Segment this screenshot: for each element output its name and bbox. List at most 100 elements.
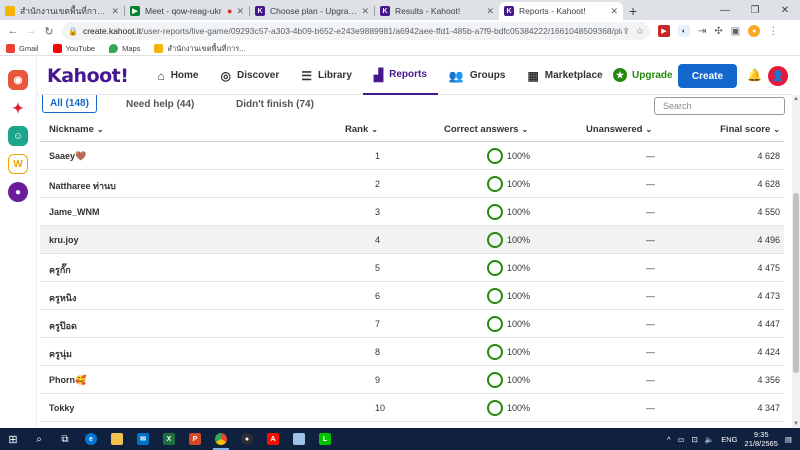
table-row[interactable]: kru.joy 4 100% — 4 496 bbox=[40, 226, 784, 254]
bookmark-star-icon[interactable]: ☆ bbox=[636, 26, 644, 37]
kahoot-header: Kahoot! ⌂ Home ◎ Discover ☰ Library ▟ Report… bbox=[37, 57, 792, 95]
windows-start-icon[interactable]: ⊞ bbox=[0, 428, 26, 450]
acrobat-icon[interactable]: A bbox=[260, 428, 286, 450]
bookmark-maps[interactable]: Maps bbox=[109, 44, 140, 53]
notifications-icon[interactable]: ▤ bbox=[785, 435, 792, 444]
browser-tab[interactable]: K Choose plan - Upgrade - Kah ✕ bbox=[250, 2, 374, 20]
app-icon-purple[interactable]: ● bbox=[8, 182, 28, 202]
excel-icon[interactable]: X bbox=[156, 428, 182, 450]
sort-unanswered[interactable]: Unanswered ⌄ bbox=[586, 124, 652, 135]
nav-discover[interactable]: ◎ Discover bbox=[209, 57, 290, 95]
edge-icon[interactable]: e bbox=[78, 428, 104, 450]
clock[interactable]: 9:35 21/8/2565 bbox=[745, 430, 778, 448]
back-icon[interactable]: ← bbox=[4, 25, 22, 37]
nav-home[interactable]: ⌂ Home bbox=[146, 57, 209, 95]
table-row[interactable]: Jame_WNM 3 100% — 4 550 bbox=[40, 198, 784, 226]
monitor-icon[interactable] bbox=[286, 428, 312, 450]
app-icon-w[interactable]: W bbox=[8, 154, 28, 174]
rank-cell: 1 bbox=[375, 151, 381, 161]
table-row[interactable]: ครูหนิง 6 100% — 4 473 bbox=[40, 282, 784, 310]
chrome-icon[interactable] bbox=[208, 428, 234, 450]
create-button[interactable]: Create bbox=[678, 64, 737, 88]
menu-dots-icon[interactable]: ⋮ bbox=[768, 26, 778, 37]
search-input[interactable]: Search bbox=[654, 97, 785, 115]
rank-cell: 8 bbox=[375, 347, 381, 357]
filter-all[interactable]: All (148) bbox=[42, 95, 97, 113]
sidebar-icon[interactable]: ▣ bbox=[731, 26, 740, 37]
progress-ring-icon bbox=[487, 316, 503, 332]
sort-rank[interactable]: Rank ⌄ bbox=[345, 124, 378, 135]
nav-marketplace[interactable]: ▦ Marketplace bbox=[516, 57, 613, 95]
app-icon-star[interactable]: ✦ bbox=[8, 98, 28, 118]
network-icon[interactable]: ⊡ bbox=[692, 435, 698, 444]
line-icon[interactable]: L bbox=[312, 428, 338, 450]
file-explorer-icon[interactable] bbox=[104, 428, 130, 450]
volume-icon[interactable]: 🔈 bbox=[705, 435, 714, 444]
browser-tab-active[interactable]: K Reports - Kahoot! ✕ bbox=[499, 2, 623, 20]
bookmark-gmail[interactable]: Gmail bbox=[6, 44, 39, 53]
bell-icon[interactable]: 🔔 bbox=[747, 68, 762, 82]
restore-icon[interactable]: ❐ bbox=[740, 0, 770, 20]
browser-tab[interactable]: สำนักงานเขตพื้นที่การศึกษาประถ ✕ bbox=[0, 2, 124, 20]
table-row[interactable]: Nattharee ท่านบ 2 100% — 4 628 bbox=[40, 170, 784, 198]
upgrade-link[interactable]: ★ Upgrade bbox=[613, 68, 673, 82]
mail-icon[interactable]: ✉ bbox=[130, 428, 156, 450]
search-icon[interactable]: ⌕ bbox=[26, 428, 52, 450]
profile-avatar[interactable]: ● bbox=[748, 25, 761, 37]
scroll-thumb[interactable] bbox=[793, 193, 799, 373]
kahoot-logo[interactable]: Kahoot! bbox=[47, 65, 129, 87]
bookmark-school[interactable]: สำนักงานเขตพื้นที่การ... bbox=[154, 43, 246, 55]
app-icon-orange[interactable]: ◉ bbox=[8, 70, 28, 90]
chart-icon: ▟ bbox=[373, 67, 384, 82]
nav-reports[interactable]: ▟ Reports bbox=[362, 57, 438, 95]
battery-icon[interactable]: ▭ bbox=[678, 435, 685, 444]
extension-icon[interactable]: ◐ bbox=[678, 25, 690, 37]
bookmark-youtube[interactable]: YouTube bbox=[52, 44, 95, 53]
close-icon[interactable]: ✕ bbox=[486, 6, 494, 17]
extension-icon[interactable]: ⇥ bbox=[698, 26, 706, 37]
filter-didnt-finish[interactable]: Didn't finish (74) bbox=[236, 95, 314, 113]
table-row[interactable]: Saaey🤎 1 100% — 4 628 bbox=[40, 142, 784, 170]
task-view-icon[interactable]: ⧉ bbox=[52, 428, 78, 450]
nav-groups[interactable]: 👥 Groups bbox=[438, 57, 517, 95]
sort-final-score[interactable]: Final score ⌄ bbox=[720, 124, 780, 135]
final-score-cell: 4 628 bbox=[757, 179, 780, 189]
scroll-down-icon[interactable]: ▼ bbox=[792, 420, 800, 428]
sort-correct-answers[interactable]: Correct answers ⌄ bbox=[444, 124, 528, 135]
extension-icon[interactable]: ▶ bbox=[658, 25, 670, 37]
address-bar[interactable]: 🔒 create.kahoot.it/user-reports/live-gam… bbox=[62, 22, 650, 40]
user-avatar[interactable]: 👤 bbox=[768, 66, 788, 86]
nav-library[interactable]: ☰ Library bbox=[290, 57, 363, 95]
share-icon[interactable]: ⇪ bbox=[622, 26, 630, 37]
table-row[interactable]: Phorn🥰 9 100% — 4 356 bbox=[40, 366, 784, 394]
table-row[interactable]: ครูกั๊ก 5 100% — 4 475 bbox=[40, 254, 784, 282]
final-score-cell: 4 628 bbox=[757, 151, 780, 161]
browser-tab[interactable]: ▶ Meet - qow-reag-ukr ● ✕ bbox=[125, 2, 249, 20]
app-icon-teal[interactable]: ☺ bbox=[8, 126, 28, 146]
browser-toolbar: ← → ↻ 🔒 create.kahoot.it/user-reports/li… bbox=[0, 20, 800, 42]
close-icon[interactable]: ✕ bbox=[361, 6, 369, 17]
puzzle-icon[interactable]: ✣ bbox=[714, 26, 722, 37]
new-tab-icon[interactable]: + bbox=[623, 2, 643, 20]
chevron-up-icon[interactable]: ^ bbox=[667, 435, 671, 444]
language-indicator[interactable]: ENG bbox=[721, 435, 737, 444]
reload-icon[interactable]: ↻ bbox=[40, 25, 58, 38]
page-scrollbar[interactable]: ▲ ▼ bbox=[792, 95, 800, 428]
close-icon[interactable]: ✕ bbox=[236, 6, 244, 17]
minimize-icon[interactable]: — bbox=[710, 0, 740, 20]
close-icon[interactable]: ✕ bbox=[610, 6, 618, 17]
window-controls: — ❐ ✕ bbox=[710, 0, 800, 20]
forward-icon[interactable]: → bbox=[22, 25, 40, 37]
scroll-up-icon[interactable]: ▲ bbox=[792, 95, 800, 103]
sort-nickname[interactable]: Nickname ⌄ bbox=[49, 124, 104, 135]
obs-icon[interactable]: ● bbox=[234, 428, 260, 450]
powerpoint-icon[interactable]: P bbox=[182, 428, 208, 450]
table-row[interactable]: ครูป๊อด 7 100% — 4 447 bbox=[40, 310, 784, 338]
close-icon[interactable]: ✕ bbox=[111, 6, 119, 17]
table-row[interactable]: ครูนุ่ม 8 100% — 4 424 bbox=[40, 338, 784, 366]
close-window-icon[interactable]: ✕ bbox=[770, 0, 800, 20]
filter-need-help[interactable]: Need help (44) bbox=[126, 95, 194, 113]
table-row[interactable]: Tokky 10 100% — 4 347 bbox=[40, 394, 784, 422]
browser-tab[interactable]: K Results - Kahoot! ✕ bbox=[375, 2, 499, 20]
lock-icon[interactable]: 🔒 bbox=[68, 27, 78, 36]
